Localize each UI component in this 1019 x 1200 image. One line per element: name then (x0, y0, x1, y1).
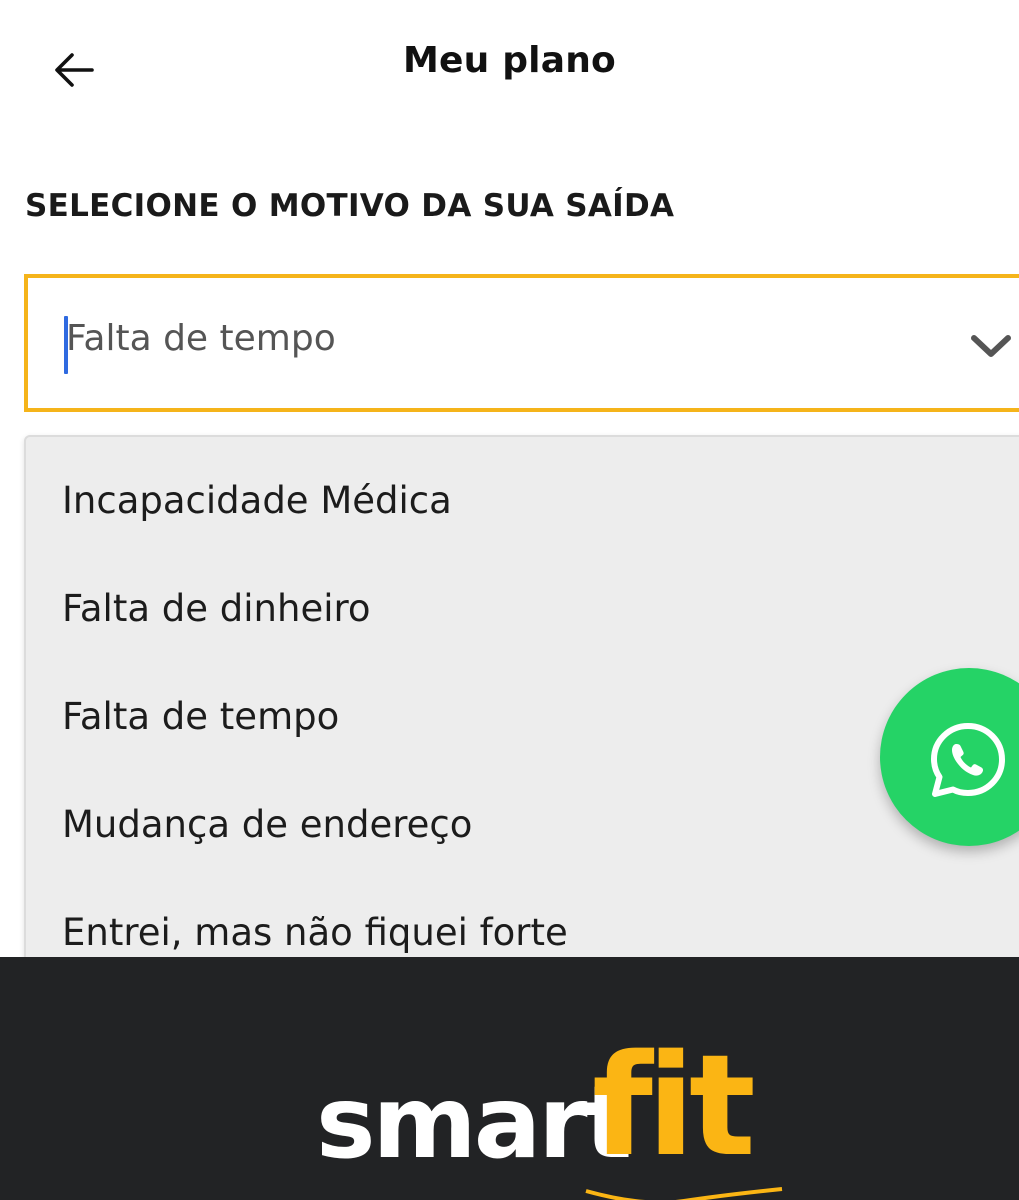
dropdown-list: Incapacidade Médica Falta de dinheiro Fa… (24, 435, 1019, 975)
page-title: Meu plano (403, 40, 616, 81)
option-falta-de-tempo[interactable]: Falta de tempo (62, 695, 962, 755)
option-mudanca-de-endereco[interactable]: Mudança de endereço (62, 803, 962, 863)
select-value: Falta de tempo (66, 318, 336, 359)
smart-fit-logo: smart fit (316, 1025, 783, 1200)
reason-select[interactable]: Falta de tempo (24, 274, 1019, 412)
whatsapp-icon (931, 723, 1005, 797)
footer: smart fit (0, 957, 1019, 1200)
option-incapacidade-medica[interactable]: Incapacidade Médica (62, 479, 962, 539)
logo-smart-text: smart (316, 1064, 632, 1181)
top-bar: Meu plano (0, 0, 1019, 140)
app-screen: Meu plano SELECIONE O MOTIVO DA SUA SAÍD… (0, 0, 1019, 1200)
logo-swoosh-icon (585, 1187, 783, 1200)
option-falta-de-dinheiro[interactable]: Falta de dinheiro (62, 587, 962, 647)
logo-fit-text: fit (592, 1025, 756, 1188)
chevron-down-icon (971, 335, 1011, 357)
section-label: SELECIONE O MOTIVO DA SUA SAÍDA (25, 188, 675, 224)
